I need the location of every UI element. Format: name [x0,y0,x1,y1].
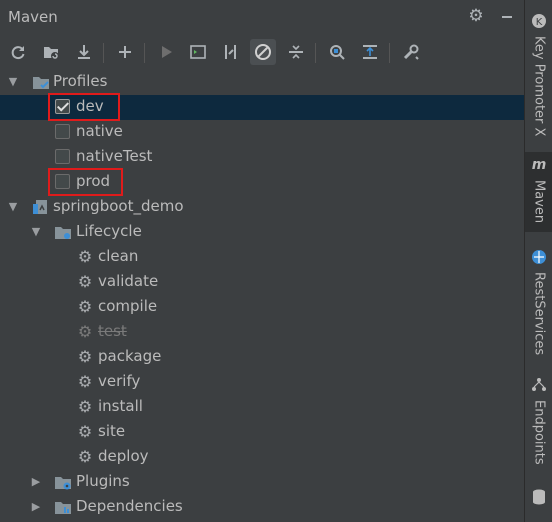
sidebar-label: Key Promoter X [531,36,547,137]
expand-lifecycle-icon[interactable] [357,39,383,65]
goal-label: test [98,322,127,340]
goal-label: site [98,422,126,440]
plugins-folder-icon [54,473,72,491]
tool-window-title: Maven [8,8,58,26]
expand-arrow-icon[interactable]: ▼ [6,74,20,90]
maven-tool-window: Maven ⚙ ▼ Profiles dev native nativeTest… [0,0,524,522]
dependencies-label: Dependencies [76,497,183,515]
profile-label: nativeTest [76,147,153,165]
expand-arrow-icon[interactable]: ▼ [29,224,43,240]
profile-checkbox-nativetest[interactable] [55,149,70,164]
lifecycle-goal-row[interactable]: ⚙ site [0,420,524,445]
profile-checkbox-prod[interactable] [55,174,70,189]
goal-label: compile [98,297,158,315]
toggle-offline-icon[interactable] [218,39,244,65]
maven-toolbar [0,36,524,68]
profile-row-prod[interactable]: prod [0,170,524,195]
sidebar-label: RestServices [531,272,547,356]
sidebar-item-database[interactable] [525,484,552,506]
profiles-label: Profiles [53,72,108,90]
rest-services-icon [530,248,548,266]
goal-label: clean [98,247,139,265]
sidebar-label: Maven [531,180,547,224]
show-dependencies-icon[interactable] [324,39,350,65]
goal-label: deploy [98,447,149,465]
profile-row-nativetest[interactable]: nativeTest [0,145,524,170]
reload-projects-icon[interactable] [5,39,31,65]
maven-settings-wrench-icon[interactable] [398,39,424,65]
profile-label: native [76,122,123,140]
lifecycle-folder-icon [54,223,72,241]
tool-window-header: Maven ⚙ [0,0,524,34]
profile-row-native[interactable]: native [0,120,524,145]
gear-icon: ⚙ [77,297,93,316]
maven-m-icon: m [531,157,547,173]
tree-node-plugins[interactable]: ▶ Plugins [0,470,524,495]
goal-label: package [98,347,162,365]
sidebar-item-endpoints[interactable]: Endpoints [525,372,552,465]
lifecycle-goal-row[interactable]: ⚙ deploy [0,445,524,470]
toolbar-separator [103,43,104,63]
collapse-all-icon[interactable] [283,39,309,65]
profile-row-dev[interactable]: dev [0,95,524,120]
tree-node-project[interactable]: ▼ springboot_demo [0,195,524,220]
lifecycle-goal-row-skipped[interactable]: ⚙ test [0,320,524,345]
generate-sources-icon[interactable] [38,39,64,65]
toolbar-separator [389,43,390,63]
gear-icon: ⚙ [77,272,93,291]
dependencies-folder-icon [54,498,72,516]
sidebar-item-restservices[interactable]: RestServices [525,244,552,355]
expand-arrow-icon[interactable]: ▼ [6,199,20,215]
lifecycle-goal-row[interactable]: ⚙ compile [0,295,524,320]
profile-label: dev [76,97,104,115]
profile-checkbox-dev[interactable] [55,99,70,114]
plugins-label: Plugins [76,472,130,490]
gear-icon: ⚙ [77,397,93,416]
lifecycle-goal-row[interactable]: ⚙ install [0,395,524,420]
gear-icon: ⚙ [77,347,93,366]
lifecycle-goal-row[interactable]: ⚙ clean [0,245,524,270]
gear-icon: ⚙ [77,422,93,441]
gear-icon: ⚙ [77,247,93,266]
tree-node-dependencies[interactable]: ▶ Dependencies [0,495,524,520]
toolbar-separator [144,43,145,63]
add-maven-project-icon[interactable] [112,39,138,65]
collapse-arrow-icon[interactable]: ▶ [29,474,43,490]
tree-node-profiles[interactable]: ▼ Profiles [0,70,524,95]
collapse-arrow-icon[interactable]: ▶ [29,499,43,515]
gear-icon: ⚙ [77,372,93,391]
maven-module-icon [32,198,50,216]
goal-label: validate [98,272,159,290]
lifecycle-goal-row[interactable]: ⚙ validate [0,270,524,295]
gear-icon: ⚙ [77,447,93,466]
key-promoter-icon: K [530,12,548,30]
gear-icon: ⚙ [77,322,93,341]
download-sources-icon[interactable] [71,39,97,65]
profile-checkbox-native[interactable] [55,124,70,139]
skip-tests-icon[interactable] [250,39,276,65]
sidebar-item-key-promoter[interactable]: K Key Promoter X [525,8,552,136]
sidebar-item-maven[interactable]: m Maven [525,152,552,232]
hide-minimize-icon[interactable] [496,5,518,27]
toolbar-separator [315,43,316,63]
sidebar-label: Endpoints [531,400,547,465]
project-label: springboot_demo [53,197,184,215]
settings-gear-icon[interactable]: ⚙ [465,5,487,27]
tree-node-lifecycle[interactable]: ▼ Lifecycle [0,220,524,245]
right-tool-strip: K Key Promoter X m Maven RestServices En… [524,0,552,522]
profile-label: prod [76,172,111,190]
execute-goal-icon[interactable] [185,39,211,65]
database-icon [530,488,548,506]
svg-text:K: K [536,17,543,28]
goal-label: install [98,397,143,415]
profiles-folder-icon [32,73,50,91]
run-icon[interactable] [153,39,179,65]
lifecycle-goal-row[interactable]: ⚙ package [0,345,524,370]
endpoints-icon [530,376,548,394]
lifecycle-goal-row[interactable]: ⚙ verify [0,370,524,395]
goal-label: verify [98,372,141,390]
lifecycle-label: Lifecycle [76,222,142,240]
